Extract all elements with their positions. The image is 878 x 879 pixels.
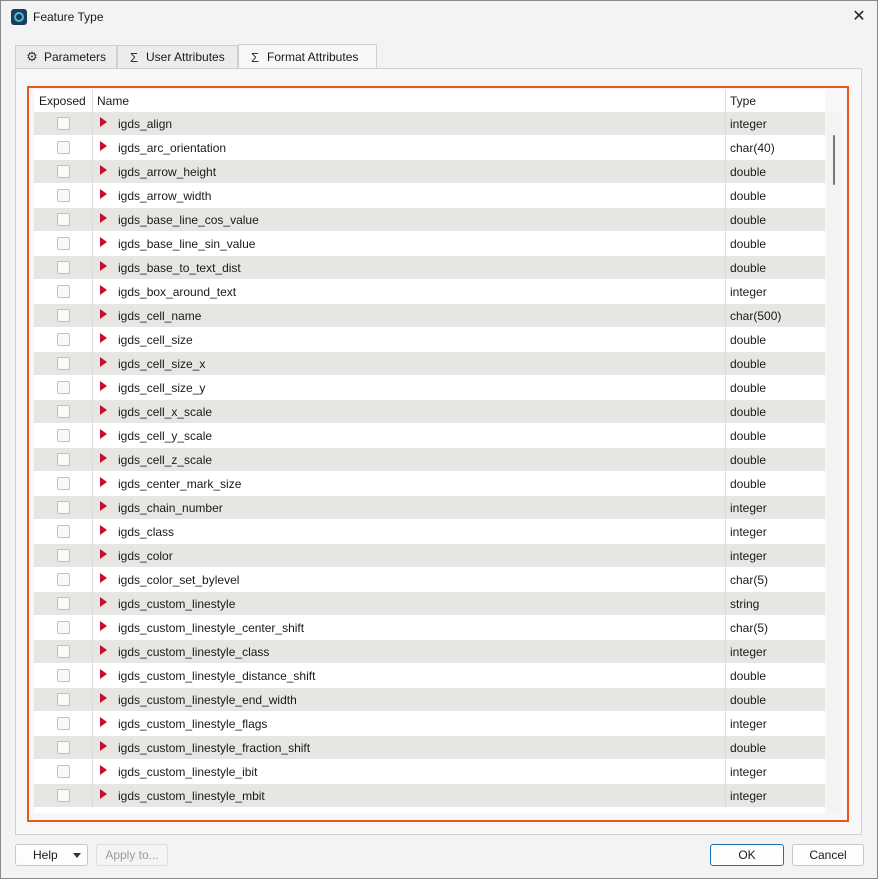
tab-label: User Attributes	[146, 50, 225, 64]
chevron-down-icon	[73, 853, 81, 858]
app-icon	[11, 9, 27, 25]
sigma-icon: Σ	[250, 49, 260, 65]
window-title: Feature Type	[33, 10, 104, 24]
gear-icon: ⚙	[26, 49, 38, 64]
help-button[interactable]: Help	[15, 844, 88, 866]
help-button-label: Help	[33, 848, 58, 862]
close-button[interactable]: ✕	[849, 7, 869, 27]
feature-type-dialog: Feature Type ✕ ⚙ Parameters Σ User Attri…	[0, 0, 878, 879]
tab-label: Parameters	[44, 50, 107, 64]
apply-to-button[interactable]: Apply to...	[96, 844, 168, 866]
ok-button[interactable]: OK	[710, 844, 784, 866]
highlight-box	[27, 86, 849, 822]
cancel-button[interactable]: Cancel	[792, 844, 864, 866]
tab-label: Format Attributes	[267, 50, 359, 64]
tab-parameters[interactable]: ⚙ Parameters	[15, 45, 117, 68]
sigma-icon: Σ	[129, 49, 139, 65]
tab-user-attributes[interactable]: Σ User Attributes	[117, 45, 238, 68]
title-bar: Feature Type ✕	[1, 1, 877, 33]
tab-format-attributes[interactable]: Σ Format Attributes	[238, 44, 377, 69]
